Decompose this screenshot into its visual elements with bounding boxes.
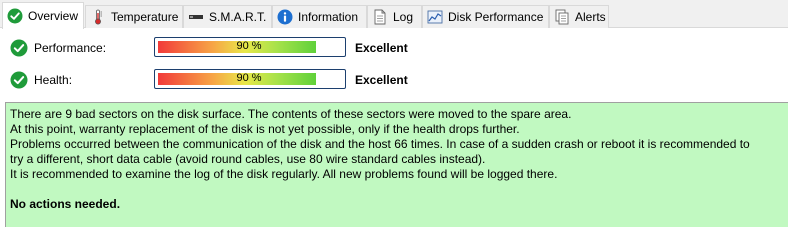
- message-line: try a different, short data cable (avoid…: [10, 152, 486, 166]
- performance-row: Performance: 90 % Excellent: [0, 37, 788, 59]
- tab-log[interactable]: Log: [367, 5, 422, 28]
- tab-alerts[interactable]: Alerts: [549, 5, 609, 28]
- tab-smart-label: S.M.A.R.T.: [209, 10, 267, 24]
- message-line: There are 9 bad sectors on the disk surf…: [10, 107, 572, 121]
- hard-disk-sentinel-overview: Overview Temperature S.M.A.R.T. Informat…: [0, 0, 788, 227]
- tab-temperature-label: Temperature: [111, 10, 179, 24]
- performance-bar: 90 %: [154, 37, 346, 57]
- health-label: Health:: [34, 73, 73, 87]
- tab-disk-performance[interactable]: Disk Performance: [422, 5, 549, 28]
- info-icon: [277, 9, 293, 25]
- thermometer-icon: [90, 9, 106, 25]
- action-recommendation: No actions needed.: [10, 197, 121, 211]
- health-bar: 90 %: [154, 69, 346, 89]
- alerts-icon: [554, 9, 570, 25]
- message-line: Problems occurred between the communicat…: [10, 137, 750, 151]
- check-circle-icon: [10, 39, 28, 57]
- message-spacer: [10, 182, 784, 197]
- health-percent: 90 %: [236, 72, 262, 84]
- tab-overview-label: Overview: [28, 9, 79, 23]
- tab-log-label: Log: [393, 10, 414, 24]
- health-rating: Excellent: [355, 73, 408, 87]
- document-icon: [372, 9, 388, 25]
- status-message-panel: There are 9 bad sectors on the disk surf…: [5, 102, 788, 227]
- performance-rating: Excellent: [355, 41, 408, 55]
- tab-information[interactable]: Information: [272, 5, 367, 28]
- message-line: At this point, warranty replacement of t…: [10, 122, 520, 136]
- performance-label: Performance:: [34, 41, 107, 55]
- performance-percent: 90 %: [236, 40, 262, 52]
- tab-disk-performance-label: Disk Performance: [448, 10, 544, 24]
- tab-smart[interactable]: S.M.A.R.T.: [183, 5, 272, 28]
- tab-overview[interactable]: Overview: [2, 2, 84, 29]
- chart-icon: [427, 9, 443, 25]
- health-row: Health: 90 % Excellent: [0, 69, 788, 91]
- tab-bar: Overview Temperature S.M.A.R.T. Informat…: [0, 0, 788, 29]
- check-circle-icon: [7, 8, 23, 24]
- tab-alerts-label: Alerts: [575, 10, 606, 24]
- drive-icon: [188, 9, 204, 25]
- tab-information-label: Information: [298, 10, 359, 24]
- message-line: It is recommended to examine the log of …: [10, 167, 558, 181]
- tab-temperature[interactable]: Temperature: [85, 5, 183, 28]
- check-circle-icon: [10, 71, 28, 89]
